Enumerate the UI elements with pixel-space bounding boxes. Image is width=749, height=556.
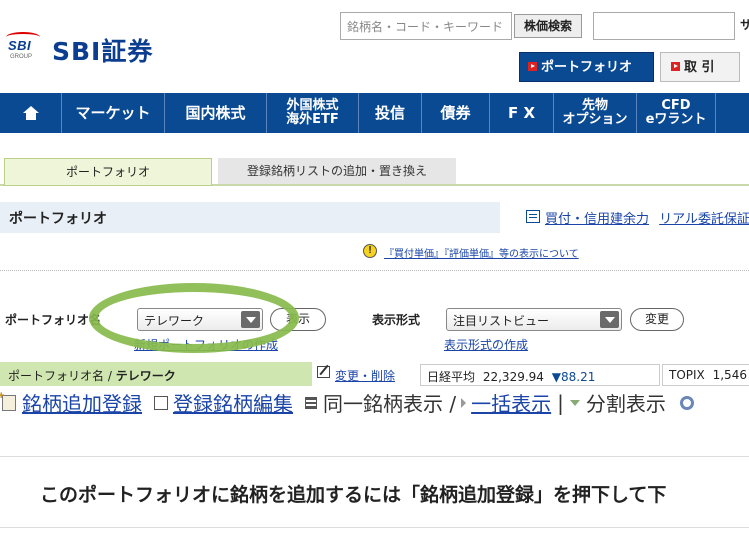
portfolio-select-value: テレワーク xyxy=(144,314,205,328)
stock-search-button[interactable]: 株価検索 xyxy=(514,14,582,38)
action-bar: 銘柄追加登録 登録銘柄編集 同一銘柄表示 / 一括表示 | 分割表示 xyxy=(0,388,694,417)
edit-icon xyxy=(317,366,330,378)
same-stock-view: 同一銘柄表示 / xyxy=(323,392,457,416)
empty-portfolio-message: このポートフォリオに銘柄を追加するには「銘柄追加登録」を押下して下 xyxy=(40,484,667,506)
list-icon xyxy=(305,396,317,409)
nav-domestic-stocks[interactable]: 国内株式 xyxy=(165,93,267,133)
tab-add-replace-list[interactable]: 登録銘柄リストの追加・置き換え xyxy=(218,158,456,184)
view-format-select[interactable]: 注目リストビュー xyxy=(446,308,622,331)
brand-name[interactable]: SBI証券 xyxy=(52,32,153,68)
warning-icon: ! xyxy=(363,244,377,258)
home-icon xyxy=(22,106,39,120)
view-change-button[interactable]: 変更 xyxy=(630,308,684,331)
edit-delete-link[interactable]: 変更・削除 xyxy=(335,367,395,384)
nav-fx[interactable]: F X xyxy=(490,93,554,133)
triangle-down-icon xyxy=(569,399,580,406)
dotted-divider xyxy=(0,270,749,271)
create-view-format-link[interactable]: 表示形式の作成 xyxy=(444,336,528,353)
nav-cfd-line2: eワラント xyxy=(645,112,707,127)
add-stock-link[interactable]: 銘柄追加登録 xyxy=(22,388,142,417)
title-links: 買付・信用建余力 リアル委託保証 xyxy=(545,208,749,227)
action-separator: | xyxy=(557,390,564,415)
nav-market[interactable]: マーケット xyxy=(62,93,165,133)
site-search-button[interactable]: サ xyxy=(740,16,749,33)
margin-link[interactable]: リアル委託保証 xyxy=(659,212,749,227)
nikkei-index-box: 日経平均 22,329.94 ▼88.21 xyxy=(420,364,660,386)
portfolio-show-button[interactable]: 表示 xyxy=(270,308,326,331)
header-tab-portfolio-label: ポートフォリオ xyxy=(541,60,633,75)
topix-label: TOPIX xyxy=(669,368,705,382)
message-divider-bottom xyxy=(0,527,749,528)
bulk-view-link[interactable]: 一括表示 xyxy=(471,388,551,417)
nav-futures-line1: 先物 xyxy=(581,98,608,113)
nav-futures-line2: オプション xyxy=(562,112,628,127)
header-tab-portfolio[interactable]: ポートフォリオ xyxy=(519,52,654,82)
buying-power-link[interactable]: 買付・信用建余力 xyxy=(545,212,649,227)
nav-futures-options[interactable]: 先物 オプション xyxy=(554,93,637,133)
nav-cfd-line1: CFD xyxy=(661,98,691,113)
nav-home[interactable] xyxy=(0,93,62,133)
nav-foreign-stocks-line2: 海外ETF xyxy=(286,112,339,127)
arrow-icon xyxy=(671,62,680,71)
topix-index-box: TOPIX 1,546 xyxy=(662,364,749,386)
nikkei-change: ▼88.21 xyxy=(551,370,596,384)
nav-foreign-stocks-line1: 外国株式 xyxy=(286,98,339,113)
sbi-logo[interactable]: SBI GROUP xyxy=(6,32,40,64)
portfolio-name-value: テレワーク xyxy=(115,369,176,383)
view-format-value: 注目リストビュー xyxy=(453,314,550,328)
logo-text: SBI xyxy=(8,38,32,53)
split-view: 分割表示 xyxy=(585,392,666,416)
book-icon xyxy=(526,210,540,223)
add-stock-icon xyxy=(0,390,16,411)
logo-subtext: GROUP xyxy=(10,54,33,60)
site-search-input[interactable] xyxy=(593,12,735,40)
header-tab-trade[interactable]: 取 引 xyxy=(660,52,740,82)
nav-cfd[interactable]: CFD eワラント xyxy=(637,93,716,133)
view-format-label: 表示形式 xyxy=(372,313,421,327)
triangle-right-icon xyxy=(461,397,467,408)
chevron-down-icon xyxy=(241,311,260,328)
main-nav: マーケット 国内株式 外国株式 海外ETF 投信 債券 F X 先物 オプション… xyxy=(0,93,749,133)
arrow-icon xyxy=(528,62,537,71)
tab-portfolio[interactable]: ポートフォリオ xyxy=(4,158,212,186)
topix-value: 1,546 xyxy=(712,368,747,382)
page-title: ポートフォリオ xyxy=(9,211,107,227)
message-divider-top xyxy=(0,456,749,457)
nav-more[interactable] xyxy=(716,93,749,133)
edit-stocks-link[interactable]: 登録銘柄編集 xyxy=(173,388,293,417)
portfolio-name-label: ポートフォリオ名 xyxy=(5,313,102,327)
nikkei-value: 22,329.94 xyxy=(482,370,544,384)
portfolio-select[interactable]: テレワーク xyxy=(137,308,263,331)
header-tab-trade-label: 取 引 xyxy=(684,60,715,75)
stock-search-input[interactable]: 銘柄名・コード・キーワード xyxy=(340,12,512,40)
create-portfolio-link[interactable]: 新規ポートフォリオの作成 xyxy=(134,336,278,353)
price-display-notice-link[interactable]: 『買付単価』『評価単価』等の表示について xyxy=(384,245,579,260)
nikkei-label: 日経平均 xyxy=(427,370,476,384)
gear-icon[interactable] xyxy=(679,395,694,410)
nav-bonds[interactable]: 債券 xyxy=(422,93,490,133)
edit-icon xyxy=(154,395,168,410)
portfolio-name-bar: ポートフォリオ名 / テレワーク xyxy=(0,362,312,386)
nav-foreign-stocks[interactable]: 外国株式 海外ETF xyxy=(267,93,359,133)
chevron-down-icon xyxy=(600,311,619,328)
portfolio-name-prefix: ポートフォリオ名 / xyxy=(8,369,116,383)
nav-funds[interactable]: 投信 xyxy=(359,93,422,133)
